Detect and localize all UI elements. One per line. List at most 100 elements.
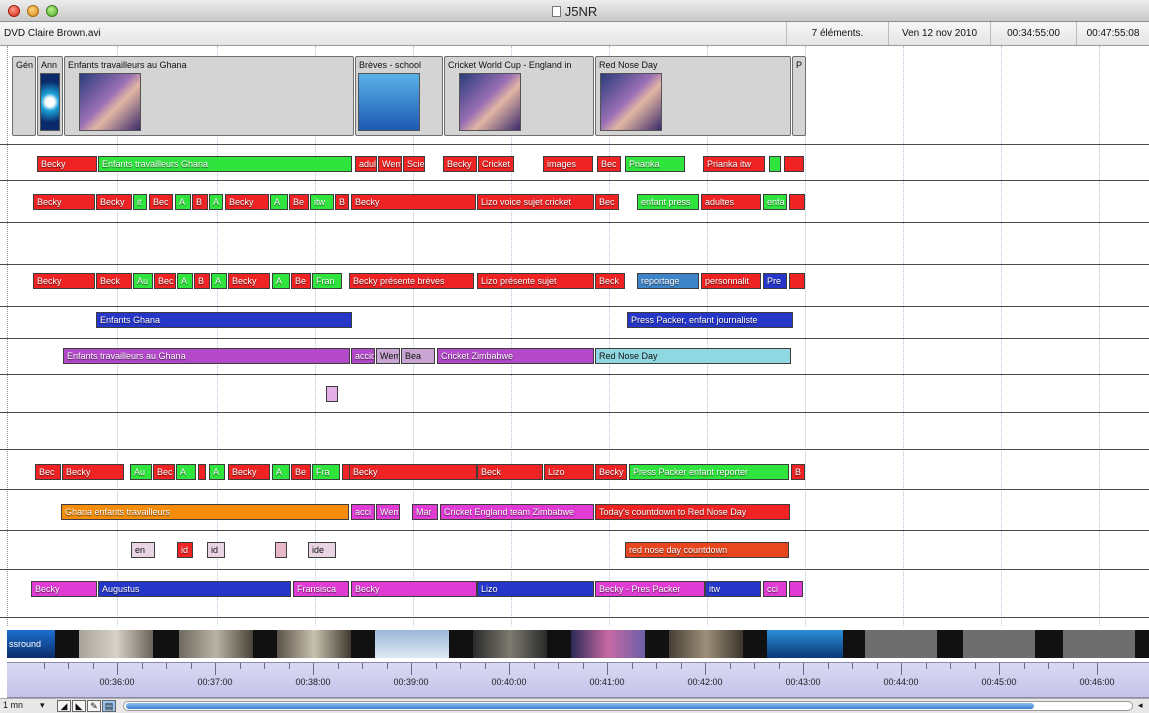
timeline-segment[interactable]: reportage bbox=[637, 273, 699, 289]
timeline-segment[interactable]: Ghana enfants travailleurs bbox=[61, 504, 349, 520]
timeline-segment[interactable]: Be bbox=[291, 464, 311, 480]
timeline-segment[interactable]: Press Packer enfant reporter bbox=[629, 464, 789, 480]
timeline-segment[interactable] bbox=[784, 156, 804, 172]
horizontal-scrollbar[interactable] bbox=[123, 701, 1133, 711]
timeline-segment[interactable]: A bbox=[209, 194, 223, 210]
timeline-segment[interactable]: Becky bbox=[351, 581, 477, 597]
timeline-segment[interactable] bbox=[342, 464, 350, 480]
timeline-segment[interactable]: Beck bbox=[477, 464, 543, 480]
time-ruler[interactable]: 00:36:00 00:37:00 00:38:00 00:39:00 00:40:00… bbox=[7, 662, 1149, 698]
timeline-segment[interactable] bbox=[789, 273, 805, 289]
scroll-right-icon[interactable]: ◂ bbox=[1138, 700, 1143, 711]
tools-icon[interactable]: ✎ bbox=[87, 700, 101, 712]
timeline-segment[interactable]: Wem bbox=[376, 348, 400, 364]
timeline-segment[interactable]: Becky - Pres Packer bbox=[595, 581, 705, 597]
timeline-segment[interactable]: Becky bbox=[33, 273, 95, 289]
timeline-segment[interactable]: Becky bbox=[31, 581, 97, 597]
timeline-segment[interactable]: A bbox=[270, 194, 288, 210]
timeline-segment[interactable]: itw bbox=[705, 581, 761, 597]
timeline-segment[interactable]: Bec bbox=[35, 464, 61, 480]
timeline-segment[interactable]: Beck bbox=[96, 273, 132, 289]
zoom-in-icon[interactable]: ◢ bbox=[57, 700, 71, 712]
timeline-segment[interactable] bbox=[789, 581, 803, 597]
timeline-segment[interactable]: B bbox=[194, 273, 210, 289]
timeline-segment[interactable]: Becky bbox=[33, 194, 95, 210]
timeline-segment[interactable]: Becky bbox=[351, 194, 476, 210]
timeline-segment[interactable]: B bbox=[791, 464, 805, 480]
timeline-segment[interactable]: Prianka itw bbox=[703, 156, 765, 172]
timeline-segment[interactable] bbox=[275, 542, 287, 558]
timeline-segment[interactable]: Becky bbox=[96, 194, 132, 210]
timeline-segment[interactable]: Enfants travailleurs au Ghana bbox=[63, 348, 350, 364]
timeline-segment[interactable]: A bbox=[175, 194, 191, 210]
timeline-segment[interactable]: acci bbox=[351, 504, 375, 520]
timeline-segment[interactable]: Cricket Zimbabwe bbox=[437, 348, 594, 364]
timeline-segment[interactable]: Bec bbox=[149, 194, 173, 210]
timeline-segment[interactable]: Scie bbox=[403, 156, 425, 172]
timeline-segment[interactable]: Bec bbox=[595, 194, 619, 210]
timeline-segment[interactable]: Fra bbox=[312, 464, 340, 480]
sequence-block[interactable]: Enfants travailleurs au Ghana bbox=[64, 56, 354, 136]
timeline-segment[interactable]: Wem bbox=[376, 504, 400, 520]
timeline-segment[interactable]: enfa bbox=[763, 194, 787, 210]
timeline-segment[interactable]: enfant press bbox=[637, 194, 699, 210]
timeline-segment[interactable]: Becky présente brèves bbox=[349, 273, 474, 289]
timeline-segment[interactable]: A bbox=[272, 273, 290, 289]
timeline-segment[interactable] bbox=[198, 464, 206, 480]
sequence-block[interactable]: Cricket World Cup - England in bbox=[444, 56, 594, 136]
timeline-segment[interactable]: Becky bbox=[37, 156, 97, 172]
chevron-down-icon[interactable]: ▾ bbox=[40, 700, 45, 711]
sequence-block[interactable]: Red Nose Day bbox=[595, 56, 791, 136]
sequence-block[interactable]: Gén bbox=[12, 56, 36, 136]
timeline-segment[interactable]: Becky bbox=[228, 464, 270, 480]
timeline-segment[interactable]: Becky bbox=[62, 464, 124, 480]
timeline-segment[interactable]: id bbox=[177, 542, 193, 558]
timeline-segment[interactable]: Be bbox=[291, 273, 311, 289]
timeline-segment[interactable]: Bec bbox=[597, 156, 621, 172]
filmstrip-toggle-icon[interactable]: ▤ bbox=[102, 700, 116, 712]
timeline-segment[interactable]: adul bbox=[355, 156, 377, 172]
filmstrip[interactable]: ssround bbox=[7, 630, 1149, 658]
timeline-segment[interactable]: B bbox=[335, 194, 349, 210]
timeline-segment[interactable]: Fransisca bbox=[293, 581, 349, 597]
timeline-segment[interactable]: Enfants Ghana bbox=[96, 312, 352, 328]
timeline-segment[interactable]: Enfants travailleurs Ghana bbox=[98, 156, 352, 172]
timeline-segment[interactable]: Becky bbox=[225, 194, 269, 210]
timeline-segment[interactable]: Becky bbox=[349, 464, 477, 480]
timeline-segment[interactable]: Lizo présente sujet bbox=[477, 273, 594, 289]
timeline-segment[interactable]: Becky bbox=[595, 464, 627, 480]
timeline-tracks[interactable]: Gén Ann Enfants travailleurs au Ghana Br… bbox=[0, 46, 1149, 626]
sequence-block[interactable]: P bbox=[792, 56, 806, 136]
timeline-segment[interactable]: Cricket bbox=[478, 156, 514, 172]
sequence-block[interactable]: Brèves - school bbox=[355, 56, 443, 136]
timeline-segment[interactable]: accid bbox=[351, 348, 375, 364]
timeline-segment[interactable]: B bbox=[192, 194, 208, 210]
timeline-segment[interactable]: Au bbox=[133, 273, 153, 289]
timeline-segment[interactable]: Press Packer, enfant journaliste bbox=[627, 312, 793, 328]
zoom-level[interactable]: 1 mn bbox=[3, 700, 23, 710]
timeline-segment[interactable]: en bbox=[131, 542, 155, 558]
timeline-segment[interactable]: Be bbox=[289, 194, 309, 210]
timeline-segment[interactable]: Becky bbox=[443, 156, 477, 172]
timeline-segment[interactable]: Bec bbox=[154, 273, 176, 289]
timeline-segment[interactable]: personnalit bbox=[701, 273, 761, 289]
timeline-segment[interactable]: Becky bbox=[228, 273, 270, 289]
timeline-segment[interactable]: A bbox=[211, 273, 227, 289]
zoom-out-icon[interactable]: ◣ bbox=[72, 700, 86, 712]
timeline-segment[interactable]: Beck bbox=[595, 273, 625, 289]
timeline-segment[interactable]: Red Nose Day bbox=[595, 348, 791, 364]
timeline-segment[interactable]: Mar bbox=[412, 504, 438, 520]
timeline-segment[interactable]: A bbox=[176, 464, 196, 480]
timeline-segment[interactable]: Lizo bbox=[544, 464, 594, 480]
timeline-segment[interactable]: ide bbox=[308, 542, 336, 558]
timeline-segment[interactable]: id bbox=[207, 542, 225, 558]
timeline-segment[interactable]: Au bbox=[130, 464, 152, 480]
timeline-segment[interactable] bbox=[326, 386, 338, 402]
scrollbar-thumb[interactable] bbox=[126, 703, 1034, 709]
timeline-segment[interactable]: Augustus bbox=[98, 581, 291, 597]
sequence-block[interactable]: Ann bbox=[37, 56, 63, 136]
timeline-segment[interactable]: red nose day countdown bbox=[625, 542, 789, 558]
timeline-segment[interactable]: images bbox=[543, 156, 593, 172]
timeline-segment[interactable]: Lizo voice sujet cricket bbox=[477, 194, 594, 210]
timeline-segment[interactable]: Lizo bbox=[477, 581, 594, 597]
